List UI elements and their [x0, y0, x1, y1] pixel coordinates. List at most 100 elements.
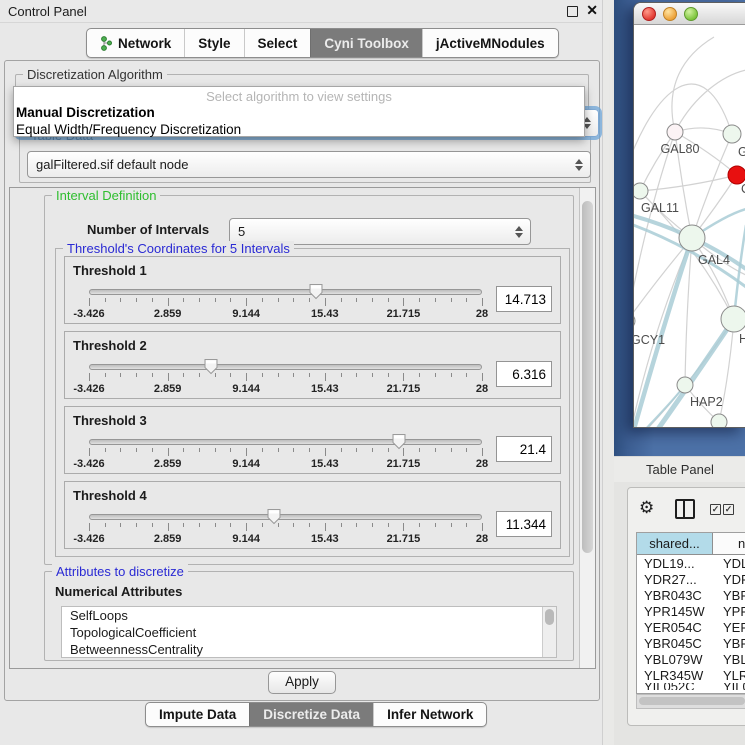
- network-edge[interactable]: [640, 132, 675, 191]
- apply-button[interactable]: Apply: [268, 671, 336, 694]
- network-node[interactable]: [711, 414, 727, 427]
- vertical-scrollbar[interactable]: [579, 188, 595, 668]
- tab-jactivemnodules[interactable]: jActiveMNodules: [422, 29, 558, 57]
- tick-mark: [466, 523, 467, 527]
- threshold-slider[interactable]: -3.4262.8599.14415.4321.71528: [89, 364, 482, 395]
- network-node[interactable]: [667, 124, 683, 140]
- network-edge[interactable]: [675, 70, 745, 132]
- node-label: GAL80: [661, 142, 700, 156]
- table-cell-shared-name[interactable]: YDL19...: [637, 556, 719, 571]
- traffic-light-close-icon[interactable]: [642, 7, 656, 21]
- network-node[interactable]: [679, 225, 705, 251]
- table-cell-shared-name[interactable]: YPR145W: [637, 604, 719, 619]
- network-node[interactable]: [723, 125, 741, 143]
- network-canvas[interactable]: GAL80GACGAL11GAL4HGCY1HAP2: [634, 25, 745, 427]
- close-icon[interactable]: ✕: [586, 2, 598, 19]
- split-columns-icon[interactable]: [675, 499, 695, 519]
- threshold-value-field[interactable]: [496, 436, 552, 462]
- table-cell-shared-name[interactable]: YBL079W: [637, 652, 719, 667]
- table-row[interactable]: YBL079WYBL0: [637, 651, 745, 667]
- scrollbar-thumb[interactable]: [582, 201, 593, 553]
- network-node[interactable]: [634, 183, 648, 199]
- slider-ticks: [89, 448, 482, 457]
- table-row[interactable]: YBR043CYBR0: [637, 587, 745, 603]
- network-window[interactable]: GAL80GACGAL11GAL4HGCY1HAP2: [633, 2, 745, 428]
- tab-label: Style: [198, 36, 230, 51]
- table-cell-name[interactable]: YIL0: [719, 683, 745, 690]
- threshold-value-field[interactable]: [496, 286, 552, 312]
- traffic-light-minimize-icon[interactable]: [663, 7, 677, 21]
- float-window-icon[interactable]: [567, 6, 578, 17]
- table-cell-shared-name[interactable]: YER054C: [637, 620, 719, 635]
- list-scrollbar[interactable]: [542, 607, 556, 657]
- scrollbar-thumb[interactable]: [639, 697, 745, 705]
- network-node[interactable]: [634, 313, 635, 329]
- slider-tick-labels: -3.4262.8599.14415.4321.71528: [89, 458, 482, 470]
- threshold-slider[interactable]: -3.4262.8599.14415.4321.71528: [89, 514, 482, 545]
- threshold-slider[interactable]: -3.4262.8599.14415.4321.71528: [89, 439, 482, 470]
- checkbox-icon[interactable]: [710, 504, 721, 515]
- table-row[interactable]: YDR27...YDR2: [637, 571, 745, 587]
- network-node[interactable]: [677, 377, 693, 393]
- table-row[interactable]: YER054CYER0: [637, 619, 745, 635]
- table-data-combo[interactable]: galFiltered.sif default node: [27, 151, 591, 178]
- table-row[interactable]: YLR345WYLR3: [637, 667, 745, 683]
- popup-option-equal-width-frequency[interactable]: Equal Width/Frequency Discretization: [14, 121, 584, 138]
- tab-infer-network[interactable]: Infer Network: [373, 703, 486, 726]
- right-region: GAL80GACGAL11GAL4HGCY1HAP2 Table Panel ⚙…: [602, 0, 745, 745]
- table-row[interactable]: YBR045CYBR0: [637, 635, 745, 651]
- popup-option-manual-discretization[interactable]: Manual Discretization: [14, 104, 584, 121]
- checkbox-icon[interactable]: [723, 504, 734, 515]
- attribute-item-topologicalcoefficient[interactable]: TopologicalCoefficient: [62, 624, 556, 641]
- attribute-item-selfloops[interactable]: SelfLoops: [62, 607, 556, 624]
- horizontal-scrollbar[interactable]: [636, 694, 745, 709]
- slider-track[interactable]: [89, 439, 482, 445]
- gear-icon[interactable]: ⚙: [639, 498, 654, 518]
- network-edge[interactable]: [634, 238, 692, 321]
- table-cell-name[interactable]: YBL0: [719, 652, 745, 667]
- tab-label: Cyni Toolbox: [324, 36, 409, 51]
- table-cell-name[interactable]: YDL1: [719, 556, 745, 571]
- table-cell-name[interactable]: YLR3: [719, 668, 745, 683]
- table-cell-name[interactable]: YER0: [719, 620, 745, 635]
- tab-impute-data[interactable]: Impute Data: [146, 703, 249, 726]
- threshold-slider[interactable]: -3.4262.8599.14415.4321.71528: [89, 289, 482, 320]
- table-row[interactable]: YDL19...YDL1: [637, 555, 745, 571]
- table-cell-shared-name[interactable]: YBR043C: [637, 588, 719, 603]
- network-window-titlebar[interactable]: [634, 3, 745, 25]
- traffic-light-zoom-icon[interactable]: [684, 7, 698, 21]
- table-panel: Table Panel ⚙ shared... na YDL19...YDL1Y…: [614, 456, 745, 745]
- tab-style[interactable]: Style: [184, 29, 243, 57]
- table-cell-name[interactable]: YPR1: [719, 604, 745, 619]
- table-cell-shared-name[interactable]: YIL052C: [637, 683, 719, 690]
- slider-track[interactable]: [89, 289, 482, 295]
- column-header-name[interactable]: na: [713, 533, 745, 554]
- table-cell-name[interactable]: YBR0: [719, 636, 745, 651]
- tab-network[interactable]: Network: [87, 29, 184, 57]
- table-cell-shared-name[interactable]: YDR27...: [637, 572, 719, 587]
- tick-mark: [199, 523, 200, 527]
- tab-cyni-toolbox[interactable]: Cyni Toolbox: [310, 29, 422, 57]
- tab-discretize-data[interactable]: Discretize Data: [249, 703, 373, 726]
- table-cell-shared-name[interactable]: YLR345W: [637, 668, 719, 683]
- table-cell-name[interactable]: YDR2: [719, 572, 745, 587]
- attributes-list[interactable]: SelfLoopsTopologicalCoefficientBetweenne…: [61, 606, 557, 658]
- network-node[interactable]: [721, 306, 745, 332]
- tick-mark: [199, 298, 200, 302]
- table-cell-name[interactable]: YBR0: [719, 588, 745, 603]
- attribute-item-betweennesscentrality[interactable]: BetweennessCentrality: [62, 641, 556, 658]
- slider-track[interactable]: [89, 364, 482, 370]
- column-header-shared[interactable]: shared...: [637, 533, 713, 554]
- tick-label: 2.859: [154, 308, 182, 320]
- network-edge[interactable]: [640, 175, 737, 191]
- table-row[interactable]: YPR145WYPR1: [637, 603, 745, 619]
- network-edge-highlighted[interactable]: [734, 225, 745, 319]
- threshold-value-field[interactable]: [496, 511, 552, 537]
- tab-select[interactable]: Select: [244, 29, 311, 57]
- table-cell-shared-name[interactable]: YBR045C: [637, 636, 719, 651]
- scrollbar-thumb[interactable]: [545, 609, 554, 625]
- slider-track[interactable]: [89, 514, 482, 520]
- threshold-value-field[interactable]: [496, 361, 552, 387]
- tick-label: 2.859: [154, 458, 182, 470]
- table-row[interactable]: YIL052CYIL0: [637, 683, 745, 690]
